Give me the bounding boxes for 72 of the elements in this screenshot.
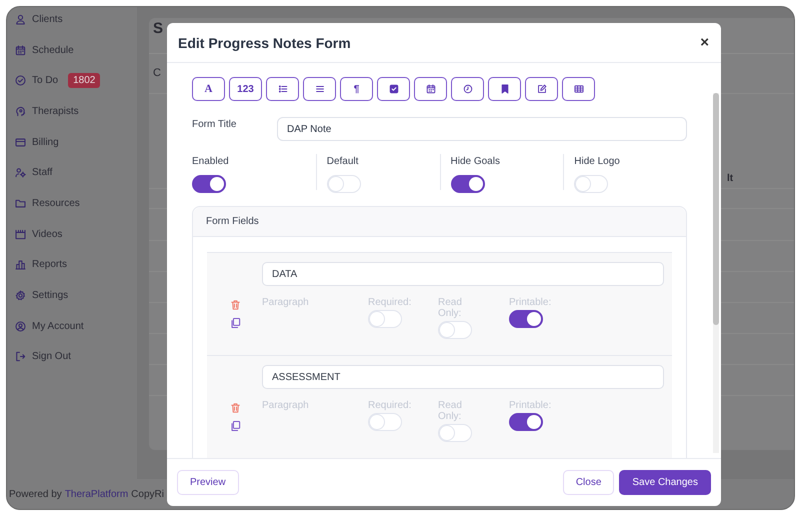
- sidebar-item[interactable]: Sign Out: [32, 351, 71, 362]
- card-icon: [15, 136, 26, 148]
- copy-icon[interactable]: [230, 316, 241, 328]
- sidebar-item[interactable]: Videos: [32, 228, 62, 240]
- save-button[interactable]: Save Changes: [619, 470, 711, 495]
- sidebar-item[interactable]: Billing: [32, 136, 59, 148]
- folder-icon: [15, 198, 26, 209]
- copy-icon[interactable]: [230, 420, 241, 432]
- column-header: lt: [727, 173, 734, 184]
- setting-label: Enabled: [192, 155, 229, 167]
- form-title-input[interactable]: DAP Note: [277, 117, 687, 141]
- sidebar-item[interactable]: Schedule: [32, 44, 74, 56]
- gear-icon: [15, 290, 26, 302]
- trash-icon[interactable]: [230, 402, 241, 414]
- sidebar-item[interactable]: Settings: [32, 290, 68, 302]
- table-icon: [574, 84, 584, 94]
- field-type-button[interactable]: A: [192, 77, 225, 101]
- field-type-button[interactable]: [414, 77, 447, 101]
- bar-chart-icon: [15, 259, 26, 270]
- page-heading: S: [153, 20, 164, 37]
- field-type-button[interactable]: [525, 77, 558, 101]
- check-circle-icon: [15, 75, 26, 86]
- toggle-switch[interactable]: [509, 310, 543, 328]
- modal-title: Edit Progress Notes Form: [178, 34, 351, 50]
- count-badge: 1802: [68, 73, 100, 88]
- setting-label: Hide Logo: [574, 155, 620, 167]
- lines-icon: [314, 84, 324, 94]
- sidebar-item[interactable]: Resources: [32, 198, 80, 209]
- footer-text: Powered by: [9, 488, 62, 500]
- scrollbar[interactable]: [713, 93, 719, 453]
- edit-icon: [536, 84, 546, 94]
- toggle-switch[interactable]: [509, 413, 543, 431]
- field-name-input[interactable]: DATA: [262, 262, 664, 286]
- calendar-icon: [426, 84, 436, 94]
- close-button[interactable]: Close: [562, 470, 614, 495]
- sidebar-item[interactable]: Therapists: [32, 106, 79, 117]
- field-type-button[interactable]: [451, 77, 484, 101]
- people-gear-icon: [15, 167, 26, 178]
- sign-out-icon: [15, 351, 26, 362]
- user-circle-icon: [15, 320, 26, 332]
- bullet-list-icon: [278, 84, 288, 94]
- clock-icon: [462, 84, 472, 94]
- field-name-input[interactable]: ASSESSMENT: [262, 365, 664, 389]
- trash-icon[interactable]: [230, 298, 241, 310]
- calendar-icon: [15, 44, 26, 56]
- checkbox-icon: [388, 84, 398, 94]
- sidebar-item[interactable]: Clients: [32, 14, 63, 25]
- field-type-button[interactable]: [303, 77, 336, 101]
- field-type-button[interactable]: [266, 77, 299, 101]
- footer-text: CopyRi: [131, 488, 164, 500]
- sidebar-item[interactable]: To Do: [32, 75, 58, 86]
- clapper-icon: [15, 228, 26, 240]
- field-type-button[interactable]: [562, 77, 595, 101]
- setting-label: Default: [326, 155, 358, 167]
- field-type-button[interactable]: ¶: [340, 77, 373, 101]
- footer-link[interactable]: TheraPlatform: [64, 488, 128, 500]
- setting-label: Hide Goals: [450, 155, 500, 167]
- bookmark-icon: [500, 84, 510, 94]
- sidebar-item[interactable]: Staff: [32, 167, 52, 178]
- section-title: Form Fields: [205, 216, 259, 227]
- form-title-label: Form Title: [192, 118, 238, 130]
- toggle-switch[interactable]: [450, 175, 484, 193]
- toggle-switch[interactable]: [192, 175, 226, 193]
- sidebar-item[interactable]: Reports: [32, 259, 68, 270]
- sidebar-item[interactable]: My Account: [32, 320, 84, 332]
- page-label: C: [153, 67, 161, 79]
- field-type-button[interactable]: [377, 77, 410, 101]
- field-type-button[interactable]: [488, 77, 521, 101]
- field-type-button[interactable]: 123: [229, 77, 262, 101]
- head-icon: [15, 106, 26, 117]
- person-icon: [15, 14, 26, 25]
- preview-button[interactable]: Preview: [177, 470, 239, 495]
